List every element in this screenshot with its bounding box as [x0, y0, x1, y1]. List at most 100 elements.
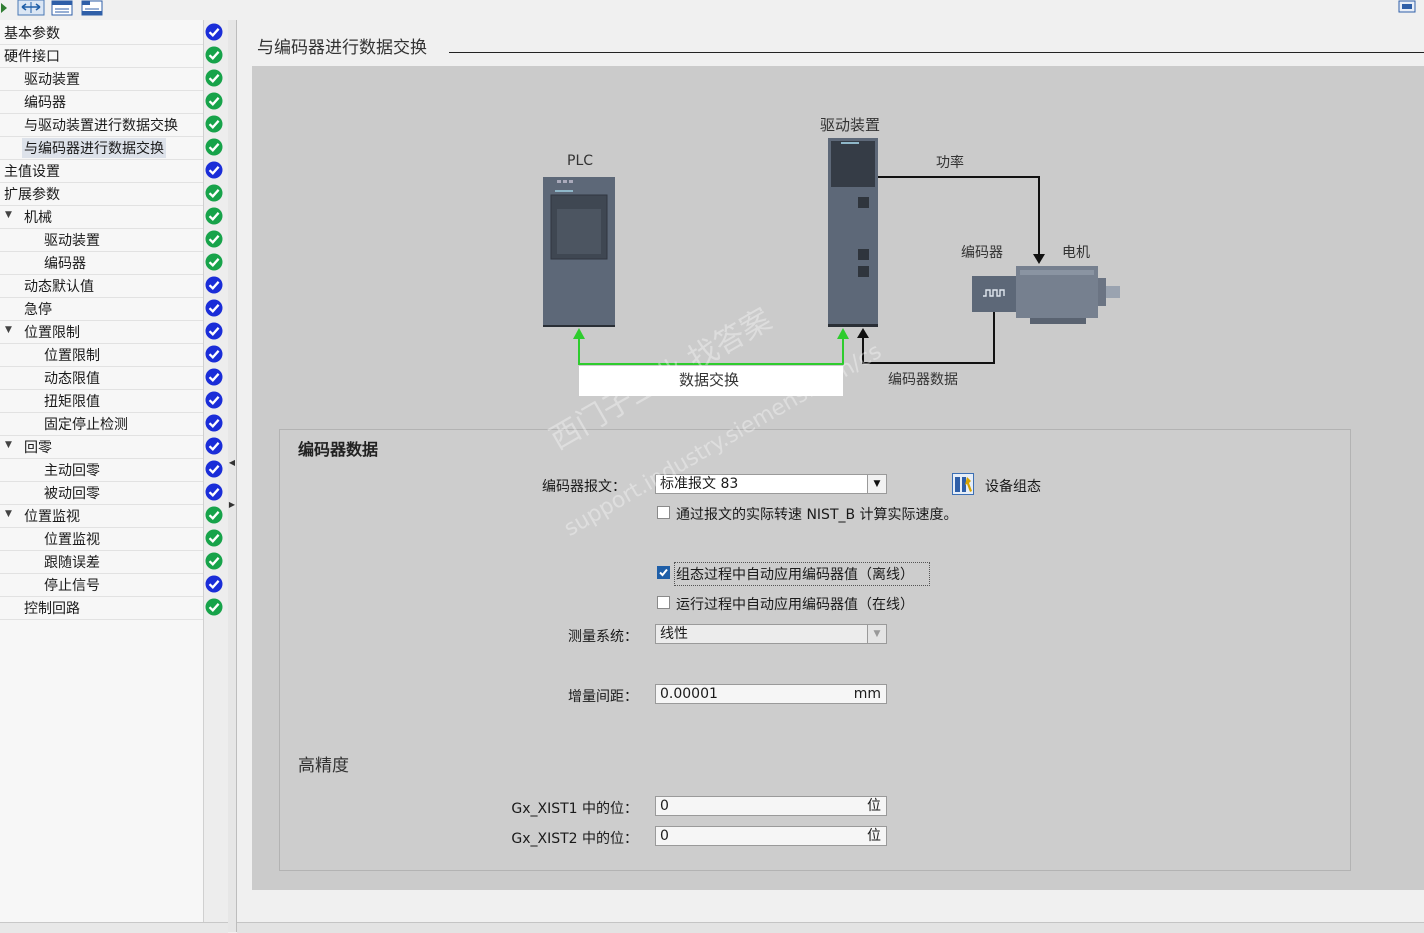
nav-item-label: 主值设置: [4, 164, 60, 180]
increment-label: 增量间距：: [568, 689, 638, 705]
auto-offline-checkbox[interactable]: [657, 566, 670, 579]
nav-item-label: 编码器: [44, 256, 86, 272]
measure-system-label: 测量系统：: [568, 629, 638, 645]
nav-item-label: 主动回零: [44, 463, 100, 479]
expand-caret-icon[interactable]: ▼: [5, 509, 12, 519]
plc-label: PLC: [567, 153, 594, 169]
group-title: 编码器数据: [298, 440, 379, 459]
nav-item[interactable]: ▼ 机械: [0, 205, 203, 229]
nav-item[interactable]: 位置限制: [0, 343, 203, 367]
collapse-left-arrow-icon[interactable]: ◀: [228, 456, 236, 470]
nav-horizontal-scrollbar[interactable]: [0, 922, 228, 933]
expand-caret-icon[interactable]: ▼: [5, 325, 12, 335]
encoder-label: 编码器: [961, 245, 1003, 261]
nav-item[interactable]: 动态限值: [0, 366, 203, 390]
nav-item[interactable]: 扩展参数: [0, 182, 203, 206]
main-horizontal-scrollbar[interactable]: [237, 922, 1424, 933]
xist1-field[interactable]: 0 位: [655, 796, 887, 816]
telegram-select[interactable]: 标准报文 83 ▼: [655, 474, 887, 494]
device-config-icon[interactable]: [952, 473, 974, 495]
nav-item[interactable]: 基本参数: [0, 21, 203, 45]
drive-label: 驱动装置: [820, 116, 881, 134]
expand-caret-icon[interactable]: ▼: [5, 210, 12, 220]
title-underline: [449, 52, 1424, 53]
nist-checkbox[interactable]: [657, 506, 670, 519]
nav-item-label: 机械: [24, 210, 52, 226]
nav-item[interactable]: 停止信号: [0, 573, 203, 597]
nav-item[interactable]: 主动回零: [0, 458, 203, 482]
measure-system-select[interactable]: 线性 ▼: [655, 624, 887, 644]
navigation-toolbar: [0, 0, 230, 18]
power-label: 功率: [936, 155, 964, 171]
nav-item[interactable]: 编码器: [0, 251, 203, 275]
nav-item-label: 位置监视: [24, 509, 80, 525]
nav-item-label: 回零: [24, 440, 52, 456]
nav-item[interactable]: 扭矩限值: [0, 389, 203, 413]
drive-device-icon: [828, 138, 878, 327]
status-ok-icon: [205, 138, 223, 156]
nav-item[interactable]: 编码器: [0, 90, 203, 114]
status-ok-icon: [205, 230, 223, 248]
panel-splitter[interactable]: ◀ ▶: [228, 20, 237, 932]
nav-item[interactable]: 固定停止检测: [0, 412, 203, 436]
status-ok-icon: [205, 391, 223, 409]
nav-item[interactable]: 与编码器进行数据交换: [0, 136, 203, 160]
nav-item-label: 位置限制: [24, 325, 80, 341]
nav-item-label: 扩展参数: [4, 187, 60, 203]
status-ok-icon: [205, 299, 223, 317]
nav-item[interactable]: 位置监视: [0, 527, 203, 551]
nav-item-label: 位置监视: [44, 532, 100, 548]
nav-item[interactable]: ▼ 回零: [0, 435, 203, 459]
status-ok-icon: [205, 276, 223, 294]
device-config-link[interactable]: 设备组态: [985, 476, 1041, 496]
nav-item[interactable]: ▼ 位置监视: [0, 504, 203, 528]
list-view-icon[interactable]: [51, 0, 73, 16]
status-ok-icon: [205, 322, 223, 340]
auto-online-label: 运行过程中自动应用编码器值（在线）: [676, 597, 914, 613]
xist2-label: Gx_XIST2 中的位：: [511, 831, 638, 847]
chevron-down-icon[interactable]: ▼: [867, 625, 886, 643]
status-ok-icon: [205, 506, 223, 524]
parameter-navigation-tree: 基本参数 硬件接口 驱动装置 编码器 与驱动装置进行数据交换 与编码器进行数据交换 主值设置…: [0, 20, 229, 933]
increment-field[interactable]: 0.00001 mm: [655, 684, 887, 704]
expand-arrow-icon[interactable]: [0, 0, 10, 16]
monitor-icon[interactable]: [1398, 0, 1418, 18]
nav-item[interactable]: 跟随误差: [0, 550, 203, 574]
nav-item-label: 与驱动装置进行数据交换: [24, 118, 178, 134]
nav-item[interactable]: 被动回零: [0, 481, 203, 505]
status-ok-icon: [205, 69, 223, 87]
nav-item[interactable]: 动态默认值: [0, 274, 203, 298]
toggle-view-icon[interactable]: [17, 0, 45, 16]
expand-right-arrow-icon[interactable]: ▶: [228, 498, 236, 512]
measure-system-value: 线性: [660, 626, 688, 642]
xist2-value: 0: [660, 828, 669, 844]
xist2-field[interactable]: 0 位: [655, 826, 887, 846]
nav-item-label: 驱动装置: [44, 233, 100, 249]
xist1-value: 0: [660, 798, 669, 814]
status-ok-icon: [205, 92, 223, 110]
telegram-value: 标准报文 83: [660, 476, 739, 492]
status-ok-icon: [205, 46, 223, 64]
nav-item[interactable]: 硬件接口: [0, 44, 203, 68]
status-ok-icon: [205, 460, 223, 478]
motor-device-icon: [1016, 266, 1120, 324]
auto-online-checkbox[interactable]: [657, 596, 670, 609]
status-ok-icon: [205, 161, 223, 179]
nav-item[interactable]: 急停: [0, 297, 203, 321]
nav-item[interactable]: 驱动装置: [0, 67, 203, 91]
nav-item[interactable]: 控制回路: [0, 596, 203, 620]
nav-item[interactable]: ▼ 位置限制: [0, 320, 203, 344]
nav-item-label: 位置限制: [44, 348, 100, 364]
nav-item[interactable]: 与驱动装置进行数据交换: [0, 113, 203, 137]
telegram-label: 编码器报文：: [542, 479, 626, 495]
chevron-down-icon[interactable]: ▼: [867, 475, 886, 493]
nav-item-label: 动态默认值: [24, 279, 94, 295]
status-ok-icon: [205, 598, 223, 616]
tree-view-icon[interactable]: [81, 0, 103, 16]
auto-offline-label: 组态过程中自动应用编码器值（离线）: [674, 562, 930, 586]
nav-item[interactable]: 主值设置: [0, 159, 203, 183]
nav-item-label: 与编码器进行数据交换: [22, 138, 166, 158]
nav-item[interactable]: 驱动装置: [0, 228, 203, 252]
expand-caret-icon[interactable]: ▼: [5, 440, 12, 450]
encoder-device-icon: [972, 276, 1017, 312]
